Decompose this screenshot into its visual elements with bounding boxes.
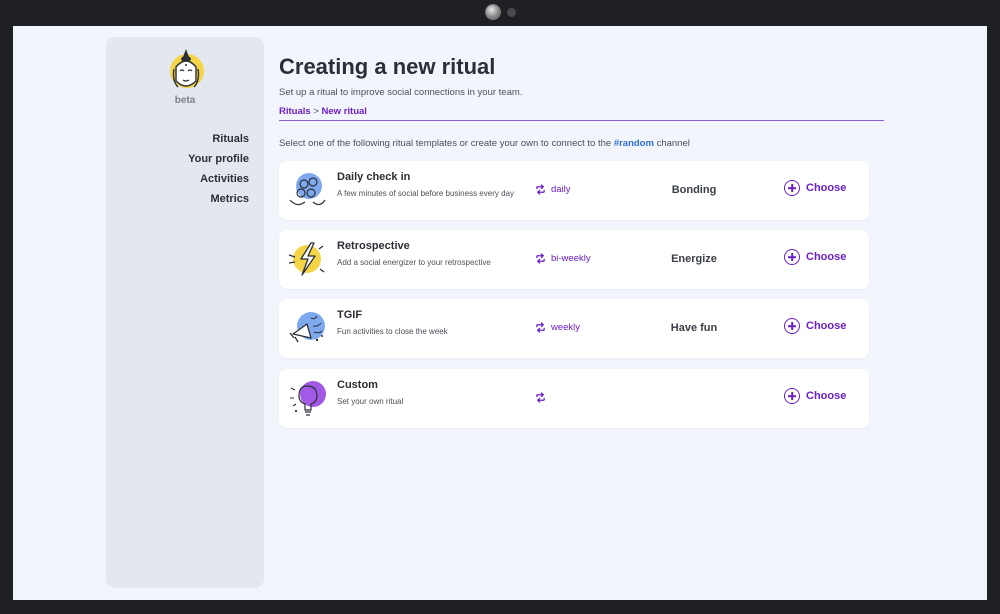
ritual-description: A few minutes of social before business … [337,189,514,198]
beta-badge: beta [174,95,196,106]
ritual-frequency: weekly [535,322,580,333]
ritual-frequency: daily [535,184,571,195]
ritual-category: Bonding [671,184,717,196]
repeat-icon [536,253,545,264]
choose-label: Choose [806,390,847,402]
page-title: Creating a new ritual [279,54,496,79]
channel-name: #random [613,138,654,149]
ritual-frequency [535,392,551,403]
choose-retrospective-button[interactable]: Choose [784,249,846,265]
instruction-text: Select one of the following ritual templ… [279,138,690,149]
sidebar-item-activities[interactable]: Activities [188,169,249,189]
ritual-name: Custom [337,379,378,391]
ritual-name: Retrospective [337,240,410,252]
choose-label: Choose [806,182,847,194]
frequency-label: weekly [551,322,581,333]
megaphone-icon [289,312,325,343]
breadcrumb-separator: > [313,106,319,117]
choose-tgif-button[interactable]: Choose [784,318,846,334]
repeat-icon [536,322,545,333]
sidebar-item-metrics[interactable]: Metrics [188,189,249,209]
choose-custom-button[interactable]: Choose [784,388,846,404]
ritual-name: Daily check in [337,171,411,183]
plus-circle-icon [784,180,800,196]
app-logo-icon [170,49,204,88]
camera-indicator [507,8,516,17]
plus-circle-icon [784,249,800,265]
sidebar-nav: Rituals Your profile Activities Metrics [188,129,249,209]
header-divider [279,120,884,121]
custom-idea-icon [290,381,326,416]
repeat-icon [536,184,545,195]
ritual-category: Have fun [670,322,718,334]
ritual-card-custom: Custom Set your own ritual Choose [279,369,869,428]
choose-label: Choose [806,251,847,263]
breadcrumb-rituals-link[interactable]: Rituals [279,106,311,117]
repeat-icon [536,392,545,403]
ritual-category: Energize [671,253,717,265]
app-screen: beta Rituals Your profile Activities Met… [13,26,987,600]
sidebar-item-rituals[interactable]: Rituals [188,129,249,149]
choose-label: Choose [806,320,847,332]
plus-circle-icon [784,318,800,334]
instruction-before: Select one of the following ritual templ… [279,138,612,149]
ritual-card-daily-check-in: Daily check in A few minutes of social b… [279,161,869,220]
ritual-frequency: bi-weekly [535,253,591,264]
page-subtitle: Set up a ritual to improve social connec… [279,87,523,98]
sidebar-item-your-profile[interactable]: Your profile [188,149,249,169]
ritual-card-retrospective: Retrospective Add a social energizer to … [279,230,869,289]
breadcrumb-current: New ritual [321,106,367,117]
breadcrumb: Rituals > New ritual [279,106,367,117]
frequency-label: daily [551,184,571,195]
camera-lens [485,4,501,20]
plus-circle-icon [784,388,800,404]
frequency-label: bi-weekly [551,253,591,264]
lightning-icon [288,242,325,276]
sidebar: beta Rituals Your profile Activities Met… [106,37,264,588]
ritual-card-tgif: TGIF Fun activities to close the week we… [279,299,869,358]
instruction-after: channel [656,138,690,149]
ritual-description: Set your own ritual [337,397,404,406]
ritual-description: Fun activities to close the week [337,327,448,336]
ritual-name: TGIF [337,309,363,321]
choose-daily-check-in-button[interactable]: Choose [784,180,846,196]
ritual-description: Add a social energizer to your retrospec… [337,258,491,267]
faces-group-icon [289,173,326,206]
